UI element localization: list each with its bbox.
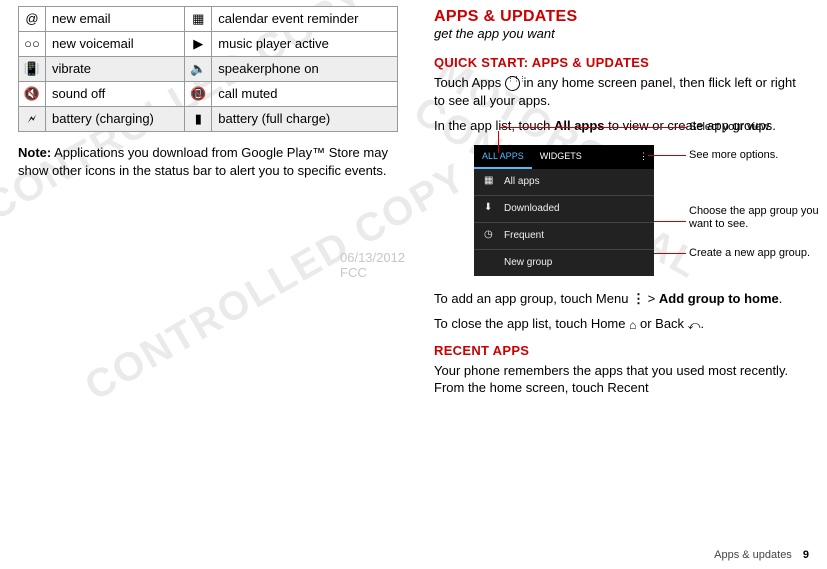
icon-label: calendar event reminder bbox=[212, 7, 398, 32]
tab-widgets: WIDGETS bbox=[532, 145, 590, 169]
phone-screenshot-block: ALL APPS WIDGETS ⋮ ▦ All apps ⬇ Downloaded… bbox=[474, 145, 809, 276]
quick-start-paragraph-1: Touch Apps in any home screen panel, the… bbox=[434, 74, 809, 109]
icon-label: new voicemail bbox=[46, 32, 185, 57]
text-fragment: In the app list, touch bbox=[434, 118, 554, 133]
call-muted-icon: 📵 bbox=[185, 82, 212, 107]
all-apps-strong: All apps bbox=[554, 118, 605, 133]
download-icon: ⬇ bbox=[484, 202, 498, 216]
icon-label: sound off bbox=[46, 82, 185, 107]
text-fragment: > bbox=[644, 291, 659, 306]
clock-icon: ◷ bbox=[484, 229, 498, 243]
annotation-see-more: See more options. bbox=[689, 149, 778, 161]
annotation-choose-group: Choose the app group you want to see. bbox=[689, 205, 827, 231]
text-fragment: . bbox=[700, 316, 704, 331]
text-fragment: Touch Apps bbox=[434, 75, 505, 90]
menu-label: New group bbox=[504, 257, 552, 268]
grid-icon: ▦ bbox=[484, 175, 498, 189]
speaker-icon: 🔈 bbox=[185, 57, 212, 82]
battery-charging-icon: 🗲 bbox=[19, 107, 46, 132]
subheading-quick-start: QUICK START: APPS & UPDATES bbox=[434, 55, 809, 70]
text-fragment: To add an app group, touch Menu bbox=[434, 291, 632, 306]
menu-label: All apps bbox=[504, 176, 540, 187]
icon-label: music player active bbox=[212, 32, 398, 57]
table-row: 📳 vibrate 🔈 speakerphone on bbox=[19, 57, 398, 82]
subheading-recent-apps: RECENT APPS bbox=[434, 343, 809, 358]
menu-item-frequent: ◷ Frequent bbox=[474, 223, 654, 250]
icon-label: battery (full charge) bbox=[212, 107, 398, 132]
vibrate-icon: 📳 bbox=[19, 57, 46, 82]
annotation-create-group: Create a new app group. bbox=[689, 247, 810, 259]
back-icon: ⤺ bbox=[688, 317, 701, 333]
music-play-icon: ▶ bbox=[185, 32, 212, 57]
blank-icon bbox=[484, 256, 498, 270]
note-label: Note: bbox=[18, 145, 51, 160]
menu-label: Downloaded bbox=[504, 203, 560, 214]
menu-item-downloaded: ⬇ Downloaded bbox=[474, 196, 654, 223]
tab-all-apps: ALL APPS bbox=[474, 145, 532, 169]
annotation-select-view: Select your view. bbox=[689, 121, 772, 133]
table-row: 🔇 sound off 📵 call muted bbox=[19, 82, 398, 107]
icon-label: call muted bbox=[212, 82, 398, 107]
text-fragment: To close the app list, touch Home bbox=[434, 316, 629, 331]
table-row: 🗲 battery (charging) ▮ battery (full cha… bbox=[19, 107, 398, 132]
status-icons-table: @ new email ▦ calendar event reminder ○○… bbox=[18, 6, 398, 132]
email-icon: @ bbox=[19, 7, 46, 32]
icon-label: battery (charging) bbox=[46, 107, 185, 132]
calendar-icon: ▦ bbox=[185, 7, 212, 32]
menu-dots-icon: ⋮ bbox=[632, 290, 644, 308]
text-fragment: . bbox=[779, 291, 783, 306]
close-list-paragraph: To close the app list, touch Home ⌂ or B… bbox=[434, 315, 809, 333]
menu-item-new-group: New group bbox=[474, 250, 654, 276]
icon-label: speakerphone on bbox=[212, 57, 398, 82]
add-group-paragraph: To add an app group, touch Menu ⋮ > Add … bbox=[434, 290, 809, 308]
menu-item-all-apps: ▦ All apps bbox=[474, 169, 654, 196]
menu-label: Frequent bbox=[504, 230, 544, 241]
recent-apps-paragraph: Your phone remembers the apps that you u… bbox=[434, 362, 809, 397]
table-row: ○○ new voicemail ▶ music player active bbox=[19, 32, 398, 57]
overflow-menu-icon: ⋮ bbox=[631, 145, 654, 169]
note-paragraph: Note: Applications you download from Goo… bbox=[18, 144, 398, 179]
voicemail-icon: ○○ bbox=[19, 32, 46, 57]
icon-label: new email bbox=[46, 7, 185, 32]
note-text: Applications you download from Google Pl… bbox=[18, 145, 388, 178]
section-tagline: get the app you want bbox=[434, 26, 809, 41]
table-row: @ new email ▦ calendar event reminder bbox=[19, 7, 398, 32]
phone-ui: ALL APPS WIDGETS ⋮ ▦ All apps ⬇ Downloaded… bbox=[474, 145, 654, 276]
text-fragment: or Back bbox=[636, 316, 687, 331]
add-group-strong: Add group to home bbox=[659, 291, 779, 306]
icon-label: vibrate bbox=[46, 57, 185, 82]
apps-circle-icon bbox=[505, 76, 520, 91]
battery-full-icon: ▮ bbox=[185, 107, 212, 132]
sound-off-icon: 🔇 bbox=[19, 82, 46, 107]
section-heading-apps-updates: APPS & UPDATES bbox=[434, 8, 809, 26]
